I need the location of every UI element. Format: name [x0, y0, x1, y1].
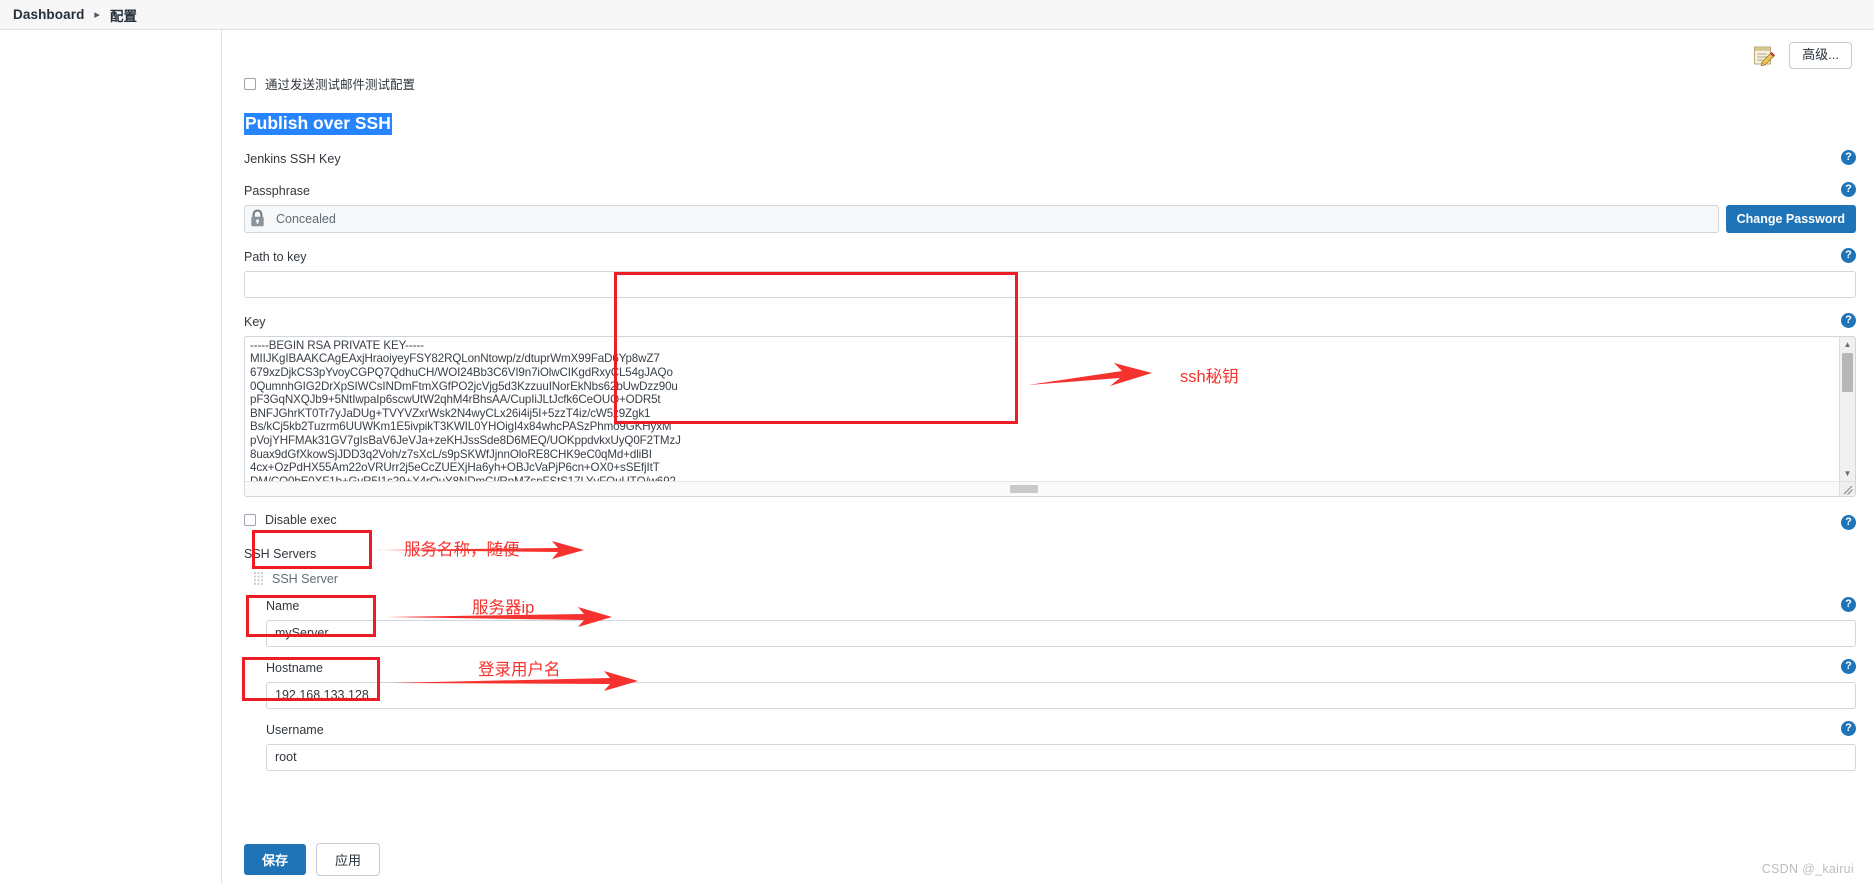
vertical-scroll-thumb[interactable] — [1842, 352, 1853, 392]
notepad-edit-icon[interactable] — [1753, 45, 1776, 67]
help-icon-server-hostname[interactable]: ? — [1841, 658, 1856, 674]
ssh-server-title-row: SSH Server — [254, 572, 1856, 586]
breadcrumb-dashboard-link[interactable]: Dashboard — [5, 7, 92, 22]
server-name-block: Name ? — [266, 596, 1856, 647]
content-toolbar: 高级... — [1753, 42, 1852, 70]
passphrase-row: Concealed Change Password — [244, 204, 1856, 233]
change-password-button[interactable]: Change Password — [1725, 204, 1856, 233]
help-icon-server-username[interactable]: ? — [1841, 720, 1856, 736]
server-name-input[interactable] — [266, 619, 1856, 647]
passphrase-label: Passphrase — [244, 183, 311, 198]
test-mail-checkbox-label: 通过发送测试邮件测试配置 — [265, 78, 416, 92]
ssh-server-fields: Name ? Hostname ? Username ? — [254, 596, 1856, 771]
ssh-servers-heading: SSH Servers — [244, 546, 317, 561]
path-to-key-block: Path to key ? — [244, 247, 1856, 298]
path-to-key-label: Path to key — [244, 249, 307, 264]
server-hostname-label: Hostname — [266, 660, 323, 675]
passphrase-value: Concealed — [276, 211, 336, 226]
help-icon-path-to-key[interactable]: ? — [1841, 247, 1856, 263]
watermark: CSDN @_kairui — [1761, 862, 1854, 876]
server-hostname-input[interactable] — [266, 681, 1856, 709]
server-hostname-block: Hostname ? — [266, 658, 1856, 709]
test-mail-checkbox[interactable] — [244, 77, 256, 90]
save-button[interactable]: 保存 — [244, 844, 307, 875]
jenkins-ssh-key-block: Jenkins SSH Key ? — [244, 149, 1856, 166]
main-content: 高级... 通过发送测试邮件测试配置 Publish over SSH Jenk… — [222, 30, 1874, 884]
horizontal-scroll-thumb[interactable] — [1010, 484, 1039, 493]
disable-exec-block: Disable exec ? — [244, 513, 1856, 530]
key-block: Key ? -----BEGIN RSA PRIVATE KEY----- MI… — [244, 312, 1856, 497]
server-username-block: Username ? — [266, 720, 1856, 771]
ssh-server-card: SSH Server Name ? Hostname ? — [244, 572, 1856, 771]
page-body: 高级... 通过发送测试邮件测试配置 Publish over SSH Jenk… — [0, 30, 1874, 884]
form-footer-buttons: 保存 应用 — [244, 843, 381, 876]
help-icon-server-name[interactable]: ? — [1841, 596, 1856, 612]
advanced-button[interactable]: 高级... — [1789, 42, 1852, 70]
page-title: Publish over SSH — [244, 113, 392, 135]
ssh-server-title: SSH Server — [272, 571, 338, 586]
key-textarea-horizontal-scrollbar[interactable] — [245, 480, 1839, 496]
key-textarea-vertical-scrollbar[interactable]: ▲ ▼ — [1839, 336, 1855, 481]
key-label: Key — [244, 314, 266, 329]
breadcrumb-separator-icon: ▸ — [94, 9, 100, 21]
key-textarea-content: -----BEGIN RSA PRIVATE KEY----- MIIJKgIB… — [250, 338, 681, 488]
help-icon-key[interactable]: ? — [1841, 312, 1856, 328]
passphrase-block: Passphrase ? Concealed Change Password — [244, 181, 1856, 233]
test-mail-checkbox-row[interactable]: 通过发送测试邮件测试配置 — [244, 74, 1856, 93]
jenkins-ssh-key-label: Jenkins SSH Key — [244, 151, 341, 166]
server-username-label: Username — [266, 722, 324, 737]
path-to-key-input[interactable] — [244, 270, 1856, 298]
passphrase-field[interactable]: Concealed — [244, 204, 1719, 233]
disable-exec-label: Disable exec — [265, 512, 337, 527]
help-icon-jenkins-ssh-key[interactable]: ? — [1841, 149, 1856, 165]
breadcrumb-bar: Dashboard ▸ 配置 — [0, 0, 1874, 30]
lock-icon — [249, 209, 266, 228]
drag-grip-icon[interactable] — [254, 572, 263, 586]
key-textarea[interactable]: -----BEGIN RSA PRIVATE KEY----- MIIJKgIB… — [244, 335, 1856, 497]
scroll-down-icon[interactable]: ▼ — [1840, 466, 1855, 481]
section-title-wrap: Publish over SSH — [244, 113, 1856, 135]
configuration-form: 通过发送测试邮件测试配置 Publish over SSH Jenkins SS… — [244, 74, 1856, 777]
sidebar-column — [0, 30, 222, 884]
apply-button[interactable]: 应用 — [316, 843, 381, 876]
server-username-input[interactable] — [266, 743, 1856, 771]
help-icon-disable-exec[interactable]: ? — [1841, 514, 1856, 530]
textarea-resize-grip[interactable] — [1839, 480, 1855, 496]
help-icon-passphrase[interactable]: ? — [1841, 181, 1856, 197]
scroll-up-icon[interactable]: ▲ — [1840, 337, 1855, 352]
disable-exec-checkbox[interactable] — [244, 513, 256, 526]
server-name-label: Name — [266, 598, 300, 613]
disable-exec-checkbox-row[interactable]: Disable exec — [244, 513, 1856, 527]
breadcrumb-current[interactable]: 配置 — [106, 5, 137, 25]
